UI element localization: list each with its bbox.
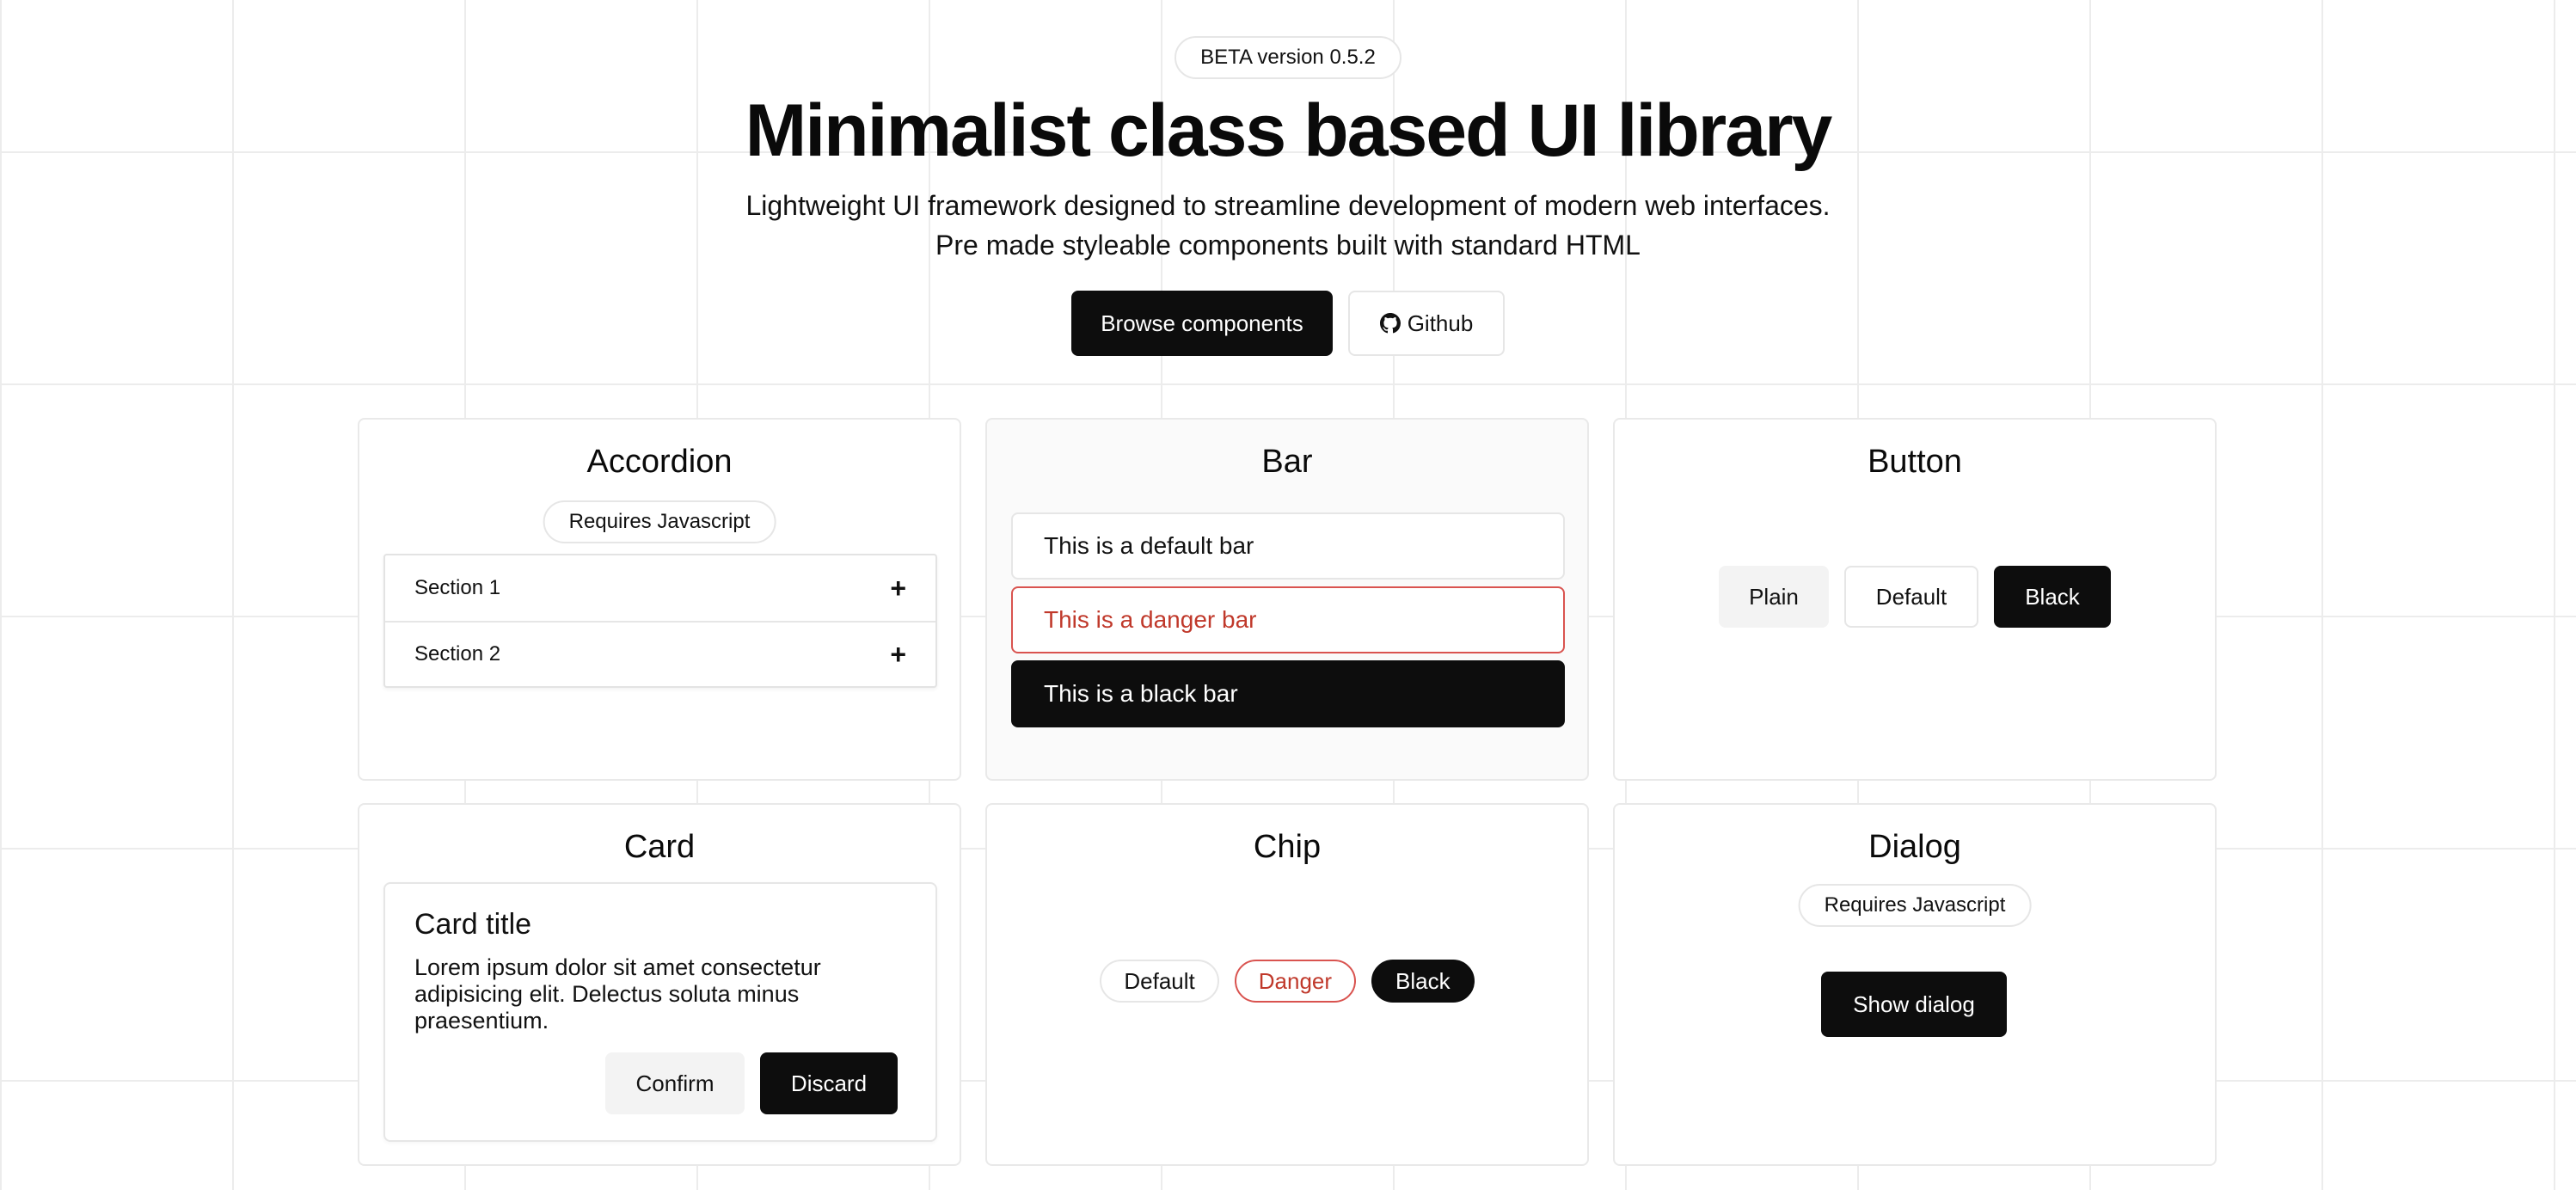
browse-components-button[interactable]: Browse components bbox=[1071, 291, 1333, 356]
button-panel-title: Button bbox=[1868, 444, 1962, 480]
accordion-panel-title: Accordion bbox=[586, 444, 733, 480]
card-text: Lorem ipsum dolor sit amet consectetur a… bbox=[414, 954, 821, 1034]
default-bar: This is a default bar bbox=[1011, 512, 1565, 580]
accordion-section-label: Section 1 bbox=[414, 576, 501, 599]
default-chip[interactable]: Default bbox=[1100, 960, 1219, 1003]
accordion: Section 1 + Section 2 + bbox=[383, 554, 937, 688]
page-title: Minimalist class based UI library bbox=[745, 89, 1833, 172]
button-examples: Plain Default Black bbox=[1615, 566, 2215, 628]
chip-examples: Default Danger Black bbox=[987, 960, 1587, 1003]
button-panel: Button Plain Default Black bbox=[1613, 418, 2217, 781]
plus-icon: + bbox=[890, 638, 906, 670]
subtitle-line-2: Pre made styleable components built with… bbox=[935, 230, 1641, 261]
accordion-panel: Accordion Requires Javascript Section 1 … bbox=[358, 418, 961, 781]
github-icon bbox=[1379, 313, 1401, 334]
dialog-panel: Dialog Requires Javascript Show dialog bbox=[1613, 803, 2217, 1166]
card-panel-title: Card bbox=[623, 829, 696, 865]
requires-javascript-chip: Requires Javascript bbox=[543, 500, 776, 543]
accordion-section-label: Section 2 bbox=[414, 642, 501, 666]
plus-icon: + bbox=[890, 572, 906, 604]
black-bar: This is a black bar bbox=[1011, 660, 1565, 727]
version-badge: BETA version 0.5.2 bbox=[1175, 36, 1401, 79]
hero: BETA version 0.5.2 Minimalist class base… bbox=[0, 0, 2576, 356]
plain-button[interactable]: Plain bbox=[1719, 566, 1829, 628]
card-panel: Card Card title Lorem ipsum dolor sit am… bbox=[358, 803, 961, 1166]
chip-panel-title: Chip bbox=[1253, 829, 1322, 865]
discard-button[interactable]: Discard bbox=[760, 1052, 898, 1114]
subtitle-line-1: Lightweight UI framework designed to str… bbox=[745, 190, 1831, 221]
show-dialog-button[interactable]: Show dialog bbox=[1821, 972, 2007, 1037]
hero-actions: Browse components Github bbox=[1071, 291, 1505, 356]
danger-chip[interactable]: Danger bbox=[1234, 960, 1357, 1003]
bar-panel-title: Bar bbox=[1261, 444, 1313, 480]
default-button[interactable]: Default bbox=[1844, 566, 1978, 628]
bar-panel: Bar This is a default bar This is a dang… bbox=[985, 418, 1589, 781]
requires-javascript-chip: Requires Javascript bbox=[1798, 884, 2032, 927]
chip-panel: Chip Default Danger Black bbox=[985, 803, 1589, 1166]
dialog-panel-title: Dialog bbox=[1868, 829, 1961, 865]
github-button[interactable]: Github bbox=[1348, 291, 1505, 356]
card-actions: Confirm Discard bbox=[605, 1052, 898, 1114]
accordion-section-1[interactable]: Section 1 + bbox=[385, 555, 935, 621]
page: BETA version 0.5.2 Minimalist class base… bbox=[0, 0, 2576, 1190]
accordion-section-2[interactable]: Section 2 + bbox=[385, 621, 935, 686]
github-label: Github bbox=[1407, 310, 1474, 336]
confirm-button[interactable]: Confirm bbox=[605, 1052, 745, 1114]
card-title: Card title bbox=[414, 908, 532, 941]
black-chip[interactable]: Black bbox=[1371, 960, 1475, 1003]
black-button[interactable]: Black bbox=[1994, 566, 2111, 628]
card: Card title Lorem ipsum dolor sit amet co… bbox=[383, 882, 937, 1142]
subtitle: Lightweight UI framework designed to str… bbox=[745, 186, 1830, 265]
danger-bar: This is a danger bar bbox=[1011, 586, 1565, 653]
